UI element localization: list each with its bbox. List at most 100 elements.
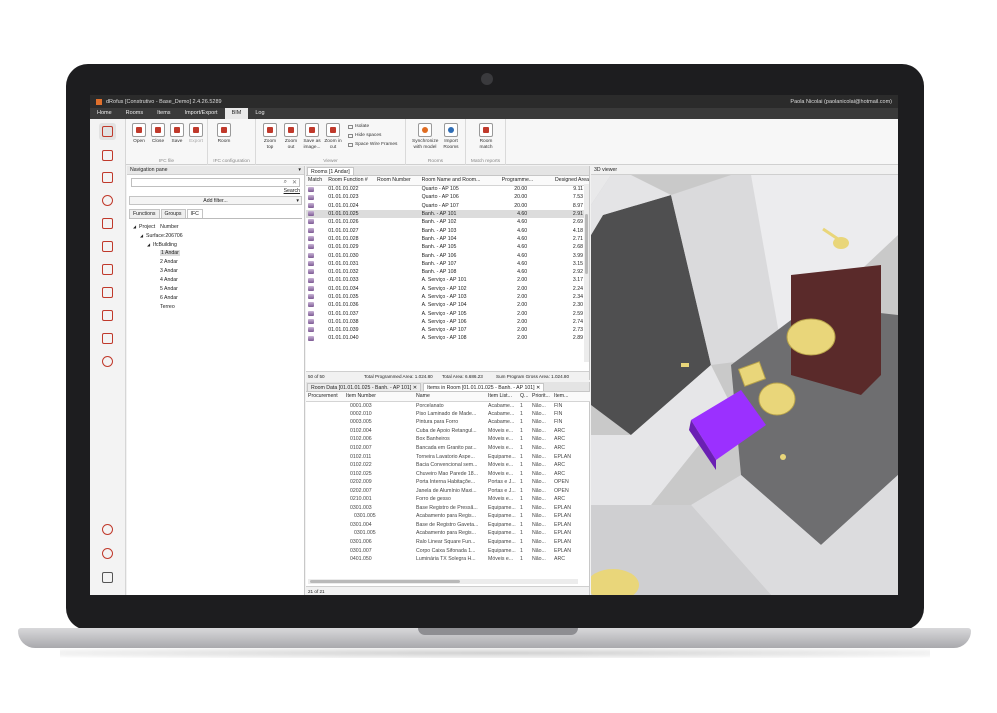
- building-icon[interactable]: [99, 147, 116, 164]
- rooms-scroll-thumb[interactable]: [585, 214, 588, 274]
- tree-node[interactable]: ◢ Project Number: [127, 222, 304, 231]
- item-row[interactable]: 0401.050 Luminária TX Solegra H... Móveis …: [306, 555, 590, 564]
- items-column-header[interactable]: Item Number: [344, 392, 414, 402]
- menu-home[interactable]: Home: [90, 108, 119, 119]
- help-icon[interactable]: [99, 521, 116, 538]
- add-filter-button[interactable]: Add filter... ▾: [129, 196, 302, 205]
- tree-node[interactable]: ◢ IfcBuilding: [127, 240, 304, 249]
- truck-icon[interactable]: [99, 261, 116, 278]
- item-row[interactable]: 0001.003 Porcelanato Acabame... 1 Não... FIN: [306, 401, 590, 410]
- 3d-scene[interactable]: [591, 175, 898, 595]
- clear-icon[interactable]: ✕: [292, 179, 297, 186]
- import-rooms-button[interactable]: Import Rooms: [440, 123, 462, 150]
- items-column-header[interactable]: Priorit...: [530, 392, 552, 402]
- menu-import-export[interactable]: Import/Export: [178, 108, 225, 119]
- item-row[interactable]: 0102.011 Torneira Lavatorio Aspe... Equipa…: [306, 452, 590, 461]
- rooms-column-header[interactable]: Programme...: [488, 176, 534, 186]
- items-hscrollbar[interactable]: [308, 579, 578, 584]
- room-row[interactable]: 01.01.01.025 Banh. - AP 101 4.60 2.91: [306, 209, 589, 219]
- tree-node[interactable]: 6 Andar: [127, 294, 304, 303]
- item-row[interactable]: 0102.004 Cuba de Apoio Retangul... Móveis …: [306, 427, 590, 436]
- zoom-cut-button[interactable]: Zoom in cut: [323, 123, 343, 150]
- rooms-column-header[interactable]: Designed Area: [533, 176, 589, 186]
- tree-node[interactable]: 2 Andar: [127, 258, 304, 267]
- synchronize-button[interactable]: Synchronize with model: [412, 123, 438, 150]
- rooms-scrollbar[interactable]: [584, 184, 589, 362]
- room-match-button[interactable]: Room match: [476, 123, 496, 150]
- tab-items-in-room[interactable]: Items in Room [01.01.01.025 - Banh. - AP…: [423, 383, 545, 391]
- tab-functions[interactable]: Functions: [129, 209, 160, 218]
- rooms-column-header[interactable]: Match: [306, 176, 327, 186]
- room-row[interactable]: 01.01.01.038 A. Serviço - AP 106 2.00 2.74: [306, 318, 589, 326]
- tree-node[interactable]: 1 Andar: [127, 249, 304, 258]
- rooms-column-header[interactable]: Room Function #: [326, 176, 375, 186]
- report-icon[interactable]: [99, 330, 116, 347]
- rooms-column-header[interactable]: Room Name and Room...: [419, 176, 489, 186]
- items-hscroll-thumb[interactable]: [310, 580, 460, 583]
- room-row[interactable]: 01.01.01.036 A. Serviço - AP 104 2.00 2.30: [306, 301, 589, 309]
- export-button[interactable]: Export: [186, 123, 206, 145]
- hide-spaces-option[interactable]: Hide spaces: [348, 133, 381, 138]
- items-column-header[interactable]: Item...: [552, 392, 590, 402]
- document-icon[interactable]: [99, 215, 116, 232]
- zoom-out-button[interactable]: Zoom out: [281, 123, 301, 150]
- item-row[interactable]: 0002.010 Piso Laminado de Made... Acabame.…: [306, 410, 590, 419]
- room-row[interactable]: 01.01.01.035 A. Serviço - AP 103 2.00 2.34: [306, 293, 589, 301]
- settings-icon[interactable]: [99, 545, 116, 562]
- item-row[interactable]: 0301.007 Corpo Caixa Sifonada 1... Equipam…: [306, 546, 590, 555]
- close-tab-icon[interactable]: ✕: [413, 385, 417, 391]
- item-row[interactable]: 0003.005 Pintura para Forro Acabame... 1 Não…: [306, 418, 590, 427]
- database-icon[interactable]: [99, 238, 116, 255]
- zoom-top-button[interactable]: Zoom top: [260, 123, 280, 150]
- item-row[interactable]: 0301.004 Base de Registro Gaveta... Equipa…: [306, 521, 590, 530]
- room-row[interactable]: 01.01.01.022 Quarto - AP 105 20.00 9.11: [306, 185, 589, 193]
- objects-icon[interactable]: [99, 192, 116, 209]
- room-row[interactable]: 01.01.01.031 Banh. - AP 107 4.60 3.15: [306, 260, 589, 268]
- item-row[interactable]: 0102.025 Chuveiro Mao Parede 18... Móveis …: [306, 469, 590, 478]
- search-link[interactable]: Search: [127, 188, 300, 194]
- item-row[interactable]: 0202.007 Janela de Alumínio Maxi... Portas…: [306, 486, 590, 495]
- menu-log[interactable]: Log: [248, 108, 271, 119]
- item-row[interactable]: 0102.006 Box Banheiros Móveis e... 1 Não... A…: [306, 435, 590, 444]
- room-row[interactable]: 01.01.01.024 Quarto - AP 107 20.00 8.97: [306, 202, 589, 210]
- room-row[interactable]: 01.01.01.033 A. Serviço - AP 101 2.00 3.17: [306, 276, 589, 284]
- items-column-header[interactable]: Name: [414, 392, 486, 402]
- search-icon[interactable]: ⌕: [284, 179, 287, 186]
- tree-node[interactable]: 4 Andar: [127, 276, 304, 285]
- item-row[interactable]: 0301.003 Base Registro de Pressã... Equipa…: [306, 504, 590, 513]
- city-icon[interactable]: [99, 284, 116, 301]
- room-row[interactable]: 01.01.01.037 A. Serviço - AP 105 2.00 2.59: [306, 309, 589, 317]
- room-row[interactable]: 01.01.01.040 A. Serviço - AP 108 2.00 2.89: [306, 334, 589, 342]
- isolate-option[interactable]: Isolate: [348, 124, 369, 129]
- tab-rooms[interactable]: Rooms [1 Andar]: [307, 167, 354, 175]
- room-row[interactable]: 01.01.01.027 Banh. - AP 103 4.60 4.18: [306, 226, 589, 234]
- room-row[interactable]: 01.01.01.034 A. Serviço - AP 102 2.00 2.24: [306, 285, 589, 293]
- 3d-viewer[interactable]: 3D viewer: [591, 166, 898, 595]
- items-column-header[interactable]: Item List...: [486, 392, 518, 402]
- wire-frames-option[interactable]: Space Wire Frames: [348, 142, 397, 147]
- item-row[interactable]: 0301.006 Ralo Linear Square Fun... Equipam…: [306, 538, 590, 547]
- item-row[interactable]: 0102.022 Bacia Convencional sem... Móveis …: [306, 461, 590, 470]
- items-column-header[interactable]: Procurement: [306, 392, 344, 402]
- menu-bim[interactable]: BIM: [224, 108, 249, 119]
- item-row[interactable]: 0202.009 Porta Interna Habitaçõe... Portas…: [306, 478, 590, 487]
- tree-node[interactable]: 5 Andar: [127, 285, 304, 294]
- save-image-button[interactable]: Save as image...: [302, 123, 322, 150]
- room-row[interactable]: 01.01.01.039 A. Serviço - AP 107 2.00 2.73: [306, 326, 589, 334]
- tab-room-data[interactable]: Room Data [01.01.01.025 - Banh. - AP 101…: [307, 383, 422, 391]
- tab-ifc[interactable]: IFC: [186, 209, 203, 218]
- room-row[interactable]: 01.01.01.032 Banh. - AP 108 4.60 2.92: [306, 268, 589, 276]
- open-button[interactable]: Open: [129, 123, 149, 145]
- room-button[interactable]: Room: [214, 123, 234, 145]
- save-button[interactable]: Save: [167, 123, 187, 145]
- room-row[interactable]: 01.01.01.030 Banh. - AP 106 4.60 3.99: [306, 251, 589, 259]
- pin-icon[interactable]: ▾: [298, 166, 301, 175]
- tree-node[interactable]: ◢ Surface:206706: [127, 231, 304, 240]
- expand-icon[interactable]: [99, 569, 116, 586]
- close-tab-icon[interactable]: ✕: [536, 385, 540, 391]
- hierarchy-icon[interactable]: [99, 353, 116, 370]
- item-row[interactable]: 0210.001 Forro de gesso Móveis e... 1 Não...…: [306, 495, 590, 504]
- item-row[interactable]: 0301.005 Acabamento para Regis... Equipame…: [306, 529, 590, 538]
- tab-groups[interactable]: Groups: [160, 209, 186, 218]
- clipboard-icon[interactable]: [99, 307, 116, 324]
